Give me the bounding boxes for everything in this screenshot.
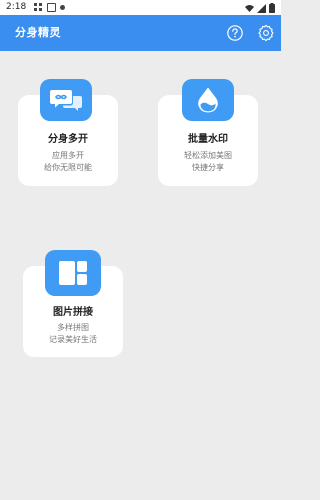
card-desc-line2: 快捷分享 [192,163,224,172]
clone-app-card[interactable]: 分身多开 应用多开 给你无限可能 [18,79,118,186]
grid-notification-icon [34,3,43,12]
water-drop-icon [198,87,218,113]
card-desc-line2: 给你无限可能 [44,163,92,172]
batch-watermark-card[interactable]: 批量水印 轻松添加美图 快捷分享 [158,79,258,186]
card-desc-line1: 应用多开 [52,151,84,160]
card-desc-line2: 记录美好生活 [49,335,97,344]
help-circle-icon [227,25,243,41]
gear-icon [258,24,274,42]
box-notification-icon [47,3,56,12]
settings-button[interactable] [257,24,275,42]
card-title: 批量水印 [188,134,228,145]
app-title: 分身精灵 [15,26,61,39]
app-header: 分身精灵 [0,15,281,51]
collage-icon [59,261,87,285]
watermark-icon-tile [182,79,234,121]
image-collage-card[interactable]: 图片拼接 多样拼图 记录美好生活 [23,250,123,357]
clone-app-icon-tile [40,79,92,121]
battery-icon [269,3,275,13]
card-desc-line1: 多样拼图 [57,323,89,332]
card-desc-line1: 轻松添加美图 [184,151,232,160]
wifi-icon [245,4,254,12]
signal-icon [257,3,266,13]
help-button[interactable] [226,24,244,42]
status-bar: 2:18 [0,0,281,15]
notification-icons [34,3,65,12]
system-icons [245,3,275,13]
card-title: 分身多开 [48,134,88,145]
chat-bubbles-icon [50,90,82,111]
status-time: 2:18 [6,2,27,12]
card-title: 图片拼接 [53,307,93,318]
collage-icon-tile [45,250,101,296]
dot-notification-icon [60,5,65,10]
